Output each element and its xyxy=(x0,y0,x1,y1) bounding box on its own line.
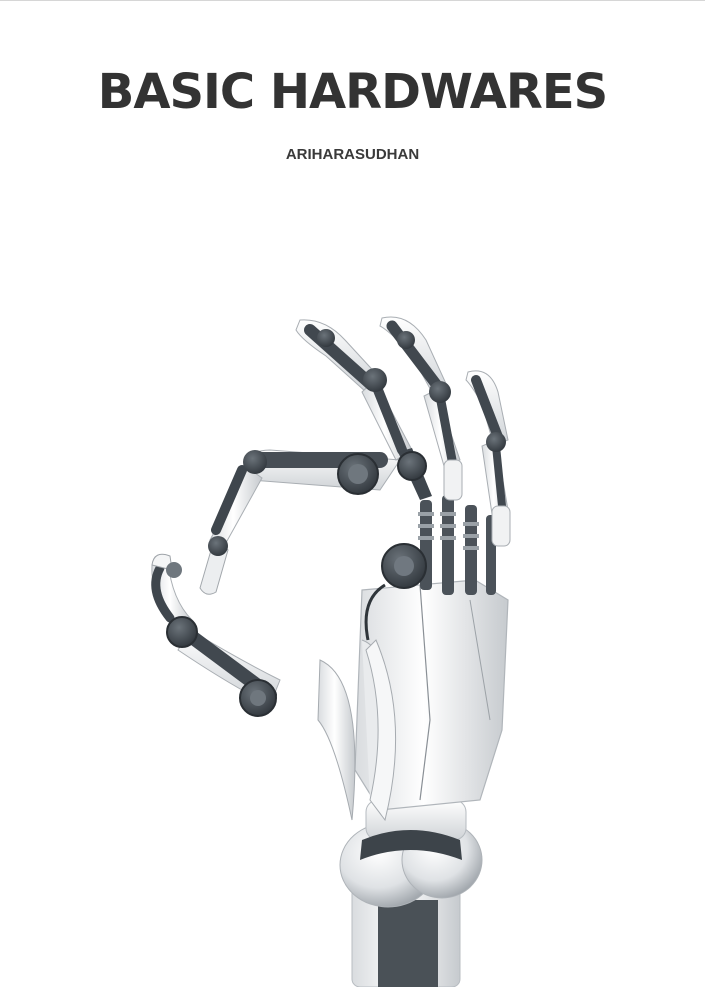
palm xyxy=(317,579,509,822)
author-name: ARIHARASUDHAN xyxy=(285,146,420,163)
top-rule xyxy=(0,0,705,1)
index-finger xyxy=(199,449,401,595)
forearm xyxy=(339,799,483,987)
book-title: BASIC HARDWARES xyxy=(97,64,608,120)
palm-tendons xyxy=(418,495,496,595)
robotic-hand-icon xyxy=(151,316,511,987)
